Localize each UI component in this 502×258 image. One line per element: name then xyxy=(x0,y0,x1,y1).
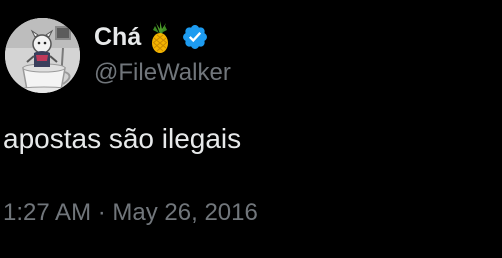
display-name[interactable]: Chá xyxy=(94,23,141,52)
tweet-timestamp: 1:27 AM · May 26, 2016 xyxy=(3,199,258,227)
verified-badge-icon[interactable] xyxy=(181,23,209,51)
tweet-date[interactable]: May 26, 2016 xyxy=(112,199,257,226)
tweet-time[interactable]: 1:27 AM xyxy=(3,199,91,226)
tweet-card: Chá @FileWalker apostas são ilegais 1:27… xyxy=(0,0,502,258)
name-row: Chá xyxy=(94,19,209,55)
avatar[interactable] xyxy=(5,18,80,93)
pineapple-emoji-icon xyxy=(147,20,173,54)
avatar-image-icon xyxy=(5,18,80,93)
user-handle[interactable]: @FileWalker xyxy=(94,59,231,87)
tweet-text: apostas são ilegais xyxy=(3,123,242,154)
meta-separator: · xyxy=(97,199,106,226)
